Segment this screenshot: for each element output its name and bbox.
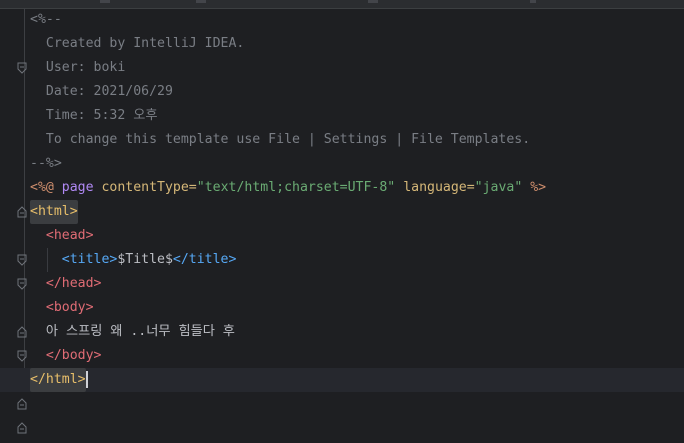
code-text: To change this template use File | Setti… [30, 128, 530, 152]
fold-marker-icon[interactable] [17, 230, 27, 290]
fold-marker-icon[interactable] [17, 278, 27, 338]
code-line-8[interactable]: <%@ page contentType="text/html;charset=… [0, 176, 684, 200]
code-token: </title> [172, 252, 237, 267]
code-line-9[interactable]: <html> [0, 200, 684, 266]
top-tick [368, 0, 378, 3]
code-text: <head> [30, 224, 94, 248]
code-text: <body> [30, 296, 94, 320]
code-line-12[interactable]: </head> [0, 272, 684, 338]
code-line-10[interactable]: <head> [0, 224, 684, 290]
code-line-3[interactable]: User: boki [0, 56, 684, 80]
code-text: </body> [30, 344, 102, 368]
code-text: Time: 5:32 오후 [30, 104, 158, 128]
code-line-13[interactable]: <body> [0, 296, 684, 362]
fold-marker-icon[interactable] [17, 302, 27, 362]
code-editor[interactable]: <%-- Created by IntelliJ IDEA. User: bok… [0, 0, 684, 443]
code-line-4[interactable]: Date: 2021/06/29 [0, 80, 684, 104]
code-token: <html> [30, 204, 78, 219]
text-caret [86, 371, 88, 388]
code-text: Date: 2021/06/29 [30, 80, 173, 104]
top-tick [196, 0, 206, 3]
fold-marker-icon[interactable] [17, 206, 27, 266]
code-text: <title>$Title$</title> [30, 248, 237, 272]
fold-marker-icon[interactable] [17, 350, 27, 410]
code-text: <html> [30, 200, 78, 224]
code-token: </head> [30, 276, 102, 291]
code-token: "text/html;charset=UTF-8" [196, 180, 404, 195]
code-text: <%@ page contentType="text/html;charset=… [30, 176, 546, 200]
code-token: <head> [30, 228, 94, 243]
code-token: <title> [30, 252, 118, 267]
fold-marker-icon[interactable] [17, 14, 27, 74]
code-text: Created by IntelliJ IDEA. [30, 32, 245, 56]
code-token: User: boki [30, 60, 126, 75]
code-token: contentType= [101, 180, 197, 195]
code-token: <%-- [30, 12, 62, 27]
code-token: "java" [474, 180, 531, 195]
fold-marker-icon[interactable] [17, 158, 27, 218]
code-token: </body> [30, 348, 102, 363]
fold-marker-icon[interactable] [17, 374, 27, 434]
code-text: </head> [30, 272, 102, 296]
top-tick [530, 0, 536, 3]
top-tick [100, 0, 110, 3]
code-token: 아 스프링 왜 ..너무 힘들다 후 [30, 324, 235, 339]
code-text: <%-- [30, 8, 62, 32]
code-line-1[interactable]: <%-- [0, 8, 684, 74]
code-line-2[interactable]: Created by IntelliJ IDEA. [0, 32, 684, 56]
code-token: page [61, 180, 102, 195]
code-text: </html> [30, 368, 86, 392]
code-line-5[interactable]: Time: 5:32 오후 [0, 104, 684, 128]
code-line-16[interactable]: </html> [0, 368, 684, 434]
code-token: Date: 2021/06/29 [30, 84, 173, 99]
code-token: </html> [30, 372, 86, 387]
code-token: language= [403, 180, 475, 195]
code-text: 아 스프링 왜 ..너무 힘들다 후 [30, 320, 235, 344]
code-line-14[interactable]: 아 스프링 왜 ..너무 힘들다 후 [0, 320, 684, 344]
code-token: <body> [30, 300, 94, 315]
code-line-11[interactable]: <title>$Title$</title> [0, 248, 684, 272]
code-line-7[interactable]: --%> [0, 152, 684, 218]
code-line-15[interactable]: </body> [0, 344, 684, 410]
code-token: --%> [30, 156, 62, 171]
code-token: $Title$ [117, 252, 173, 267]
code-token: Created by IntelliJ IDEA. [30, 36, 245, 51]
code-text: --%> [30, 152, 62, 176]
code-text: User: boki [30, 56, 125, 80]
code-line-6[interactable]: To change this template use File | Setti… [0, 128, 684, 152]
code-token: To change this template use File | Setti… [30, 132, 531, 147]
code-token: Time: 5:32 오후 [30, 108, 158, 123]
code-token: <%@ [30, 180, 62, 195]
code-token: %> [530, 180, 547, 195]
